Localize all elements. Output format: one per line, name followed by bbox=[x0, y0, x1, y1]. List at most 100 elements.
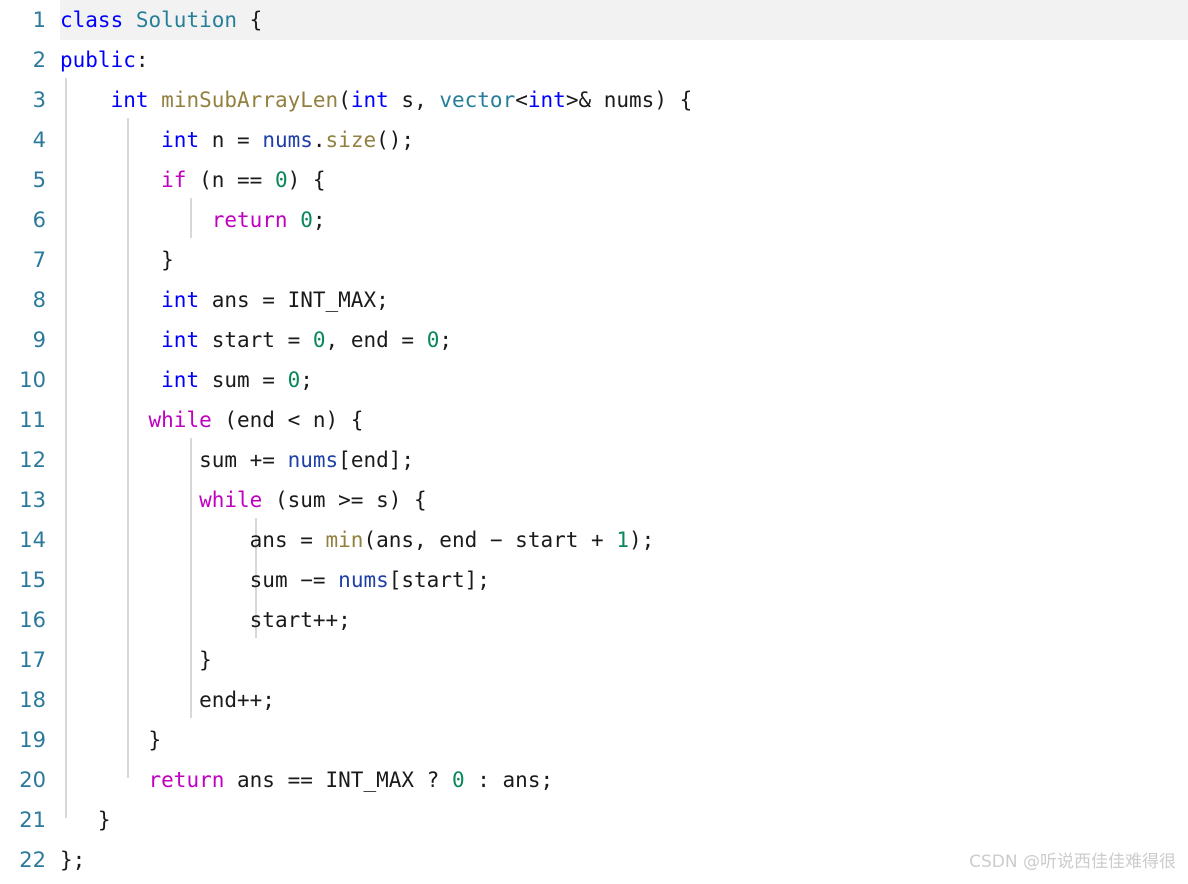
code-line-content[interactable]: int sum = 0; bbox=[60, 360, 1188, 400]
code-line-content[interactable]: ans = min(ans, end − start + 1); bbox=[60, 520, 1188, 560]
code-line-content[interactable]: start++; bbox=[60, 600, 1188, 640]
code-line-content[interactable]: } bbox=[60, 720, 1188, 760]
line-number: 2 bbox=[32, 48, 46, 72]
code-token: 0 bbox=[300, 208, 313, 232]
code-tokens: int sum = 0; bbox=[60, 360, 313, 400]
code-line-content[interactable]: } bbox=[60, 240, 1188, 280]
code-line-content[interactable]: public: bbox=[60, 40, 1188, 80]
code-token: int bbox=[161, 328, 200, 352]
code-line[interactable]: 10 int sum = 0; bbox=[0, 360, 1188, 400]
code-tokens: if (n == 0) { bbox=[60, 160, 325, 200]
code-line[interactable]: 19 } bbox=[0, 720, 1188, 760]
code-line[interactable]: 3 int minSubArrayLen(int s, vector<int>&… bbox=[0, 80, 1188, 120]
code-token: [end]; bbox=[338, 448, 415, 472]
code-line-content[interactable]: class Solution { bbox=[60, 0, 1188, 40]
code-line[interactable]: 2 public: bbox=[0, 40, 1188, 80]
code-line-content[interactable]: return 0; bbox=[60, 200, 1188, 240]
code-tokens: while (end < n) { bbox=[60, 400, 364, 440]
code-token: (n == bbox=[186, 168, 275, 192]
code-line[interactable]: 1 class Solution { bbox=[0, 0, 1188, 40]
code-token: ans = INT_MAX; bbox=[199, 288, 389, 312]
code-tokens: int ans = INT_MAX; bbox=[60, 280, 389, 320]
code-line-content[interactable]: end++; bbox=[60, 680, 1188, 720]
code-token: (end < n) { bbox=[211, 408, 364, 432]
code-token: Solution bbox=[135, 8, 238, 32]
code-token: int bbox=[161, 128, 200, 152]
code-line[interactable]: 20 return ans == INT_MAX ? 0 : ans; bbox=[0, 760, 1188, 800]
code-line-content[interactable]: int ans = INT_MAX; bbox=[60, 280, 1188, 320]
code-token: if bbox=[161, 168, 187, 192]
code-line[interactable]: 16 start++; bbox=[0, 600, 1188, 640]
line-number: 21 bbox=[19, 808, 46, 832]
line-number: 7 bbox=[32, 248, 46, 272]
code-token: ; bbox=[439, 328, 453, 352]
code-line-content[interactable]: sum += nums[end]; bbox=[60, 440, 1188, 480]
code-token: : ans; bbox=[464, 768, 554, 792]
line-number: 1 bbox=[32, 8, 46, 32]
code-token: 0 bbox=[312, 328, 326, 352]
code-tokens: end++; bbox=[60, 680, 275, 720]
code-line[interactable]: 13 while (sum >= s) { bbox=[0, 480, 1188, 520]
line-number: 11 bbox=[19, 408, 46, 432]
code-line[interactable]: 15 sum −= nums[start]; bbox=[0, 560, 1188, 600]
code-line-content[interactable]: while (sum >= s) { bbox=[60, 480, 1188, 520]
code-line[interactable]: 21 } bbox=[0, 800, 1188, 840]
line-number: 6 bbox=[32, 208, 46, 232]
code-tokens: } bbox=[60, 800, 111, 840]
code-token: s, bbox=[388, 88, 440, 112]
csdn-watermark: CSDN @听说西佳佳难得很 bbox=[969, 852, 1176, 872]
code-viewer[interactable]: 1 class Solution { 2 public: 3 int minSubArr… bbox=[0, 0, 1188, 884]
code-line[interactable]: 18 end++; bbox=[0, 680, 1188, 720]
line-number: 22 bbox=[19, 848, 46, 872]
code-tokens: }; bbox=[60, 840, 85, 880]
code-line-content[interactable]: return ans == INT_MAX ? 0 : ans; bbox=[60, 760, 1188, 800]
code-line[interactable]: 4 int n = nums.size(); bbox=[0, 120, 1188, 160]
code-line[interactable]: 7 } bbox=[0, 240, 1188, 280]
code-token: n = bbox=[199, 128, 263, 152]
line-number: 16 bbox=[19, 608, 46, 632]
code-token: : bbox=[135, 48, 149, 72]
code-line-content[interactable]: int n = nums.size(); bbox=[60, 120, 1188, 160]
code-line-content[interactable]: if (n == 0) { bbox=[60, 160, 1188, 200]
code-token: 1 bbox=[616, 528, 629, 552]
code-token: }; bbox=[60, 848, 86, 872]
code-tokens: while (sum >= s) { bbox=[60, 480, 427, 520]
code-line-content[interactable]: } bbox=[60, 640, 1188, 680]
code-token: min bbox=[325, 528, 364, 552]
code-line[interactable]: 17 } bbox=[0, 640, 1188, 680]
code-tokens: return 0; bbox=[60, 200, 326, 240]
code-token: int bbox=[110, 88, 149, 112]
line-number: 20 bbox=[19, 768, 46, 792]
code-line[interactable]: 11 while (end < n) { bbox=[0, 400, 1188, 440]
code-line[interactable]: 8 int ans = INT_MAX; bbox=[0, 280, 1188, 320]
code-line-content[interactable]: while (end < n) { bbox=[60, 400, 1188, 440]
code-token: minSubArrayLen bbox=[161, 88, 339, 112]
code-line[interactable]: 12 sum += nums[end]; bbox=[0, 440, 1188, 480]
code-line[interactable]: 6 return 0; bbox=[0, 200, 1188, 240]
code-line[interactable]: 9 int start = 0, end = 0; bbox=[0, 320, 1188, 360]
code-token: } bbox=[60, 248, 174, 272]
code-tokens: ans = min(ans, end − start + 1); bbox=[60, 520, 655, 560]
code-line-content[interactable]: int start = 0, end = 0; bbox=[60, 320, 1188, 360]
code-tokens: int start = 0, end = 0; bbox=[60, 320, 452, 360]
line-number: 17 bbox=[19, 648, 46, 672]
line-number: 5 bbox=[32, 168, 46, 192]
code-tokens: class Solution { bbox=[60, 0, 262, 40]
code-token: while bbox=[148, 408, 212, 432]
line-number: 19 bbox=[19, 728, 46, 752]
code-line-content[interactable]: int minSubArrayLen(int s, vector<int>& n… bbox=[60, 80, 1188, 120]
code-line-content[interactable]: sum −= nums[start]; bbox=[60, 560, 1188, 600]
code-token: return bbox=[148, 768, 225, 792]
code-line-content[interactable]: } bbox=[60, 800, 1188, 840]
code-line[interactable]: 14 ans = min(ans, end − start + 1); bbox=[0, 520, 1188, 560]
code-token: return bbox=[211, 208, 288, 232]
code-line[interactable]: 5 if (n == 0) { bbox=[0, 160, 1188, 200]
code-tokens: } bbox=[60, 720, 162, 760]
